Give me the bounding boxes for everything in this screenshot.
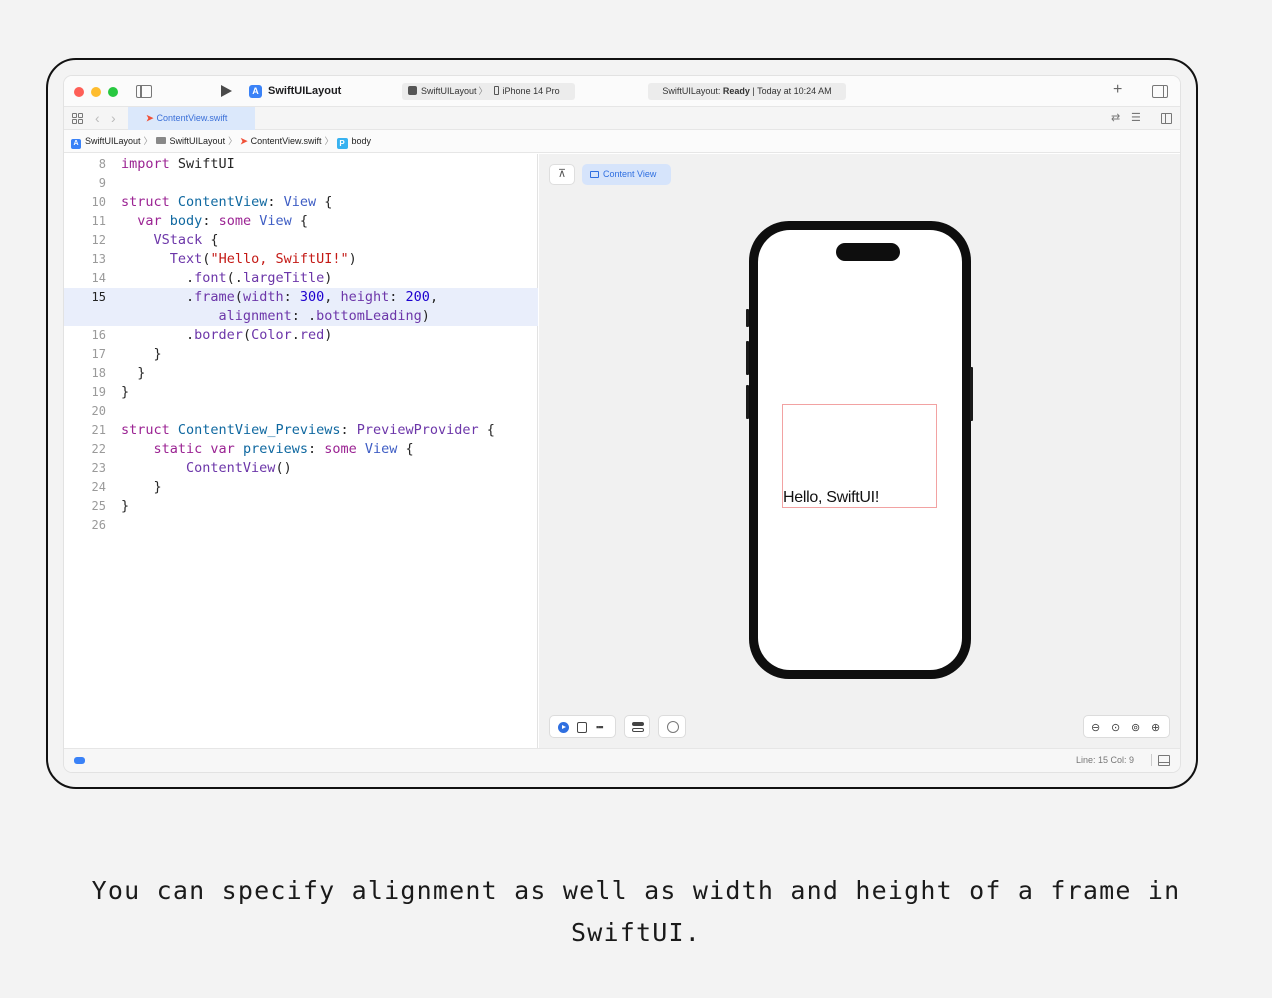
status-time: | Today at 10:24 AM [749,86,832,96]
run-icon[interactable] [221,85,232,97]
live-preview-icon[interactable] [558,722,569,733]
variants-icon[interactable]: ▪▪▪ [596,722,604,732]
scheme-selector[interactable]: SwiftUILayout 〉 iPhone 14 Pro [402,83,575,100]
code-line: alignment: .bottomLeading) [218,308,430,324]
device-button[interactable] [658,715,686,738]
device-settings-icon [632,722,644,733]
breadcrumb: A SwiftUILayout 〉 SwiftUILayout 〉 ➤ ContentVie… [64,130,1180,153]
code-line: 18 } [91,365,146,381]
tab-contentview-swift[interactable]: ➤ ContentView.swift [128,107,255,130]
xcode-window: A SwiftUILayout SwiftUILayout 〉 iPhone 14 … [64,76,1180,772]
code-line: 16 .border(Color.red) [91,327,333,343]
action-button [746,309,749,327]
zoom-controls: ⊖ ⊙ ⊚ ⊕ [1083,715,1170,738]
split-editor-icon[interactable] [1161,113,1172,124]
inspector-toggle-icon[interactable] [1152,85,1168,98]
app-icon: A [249,85,262,98]
status-bar: Line: 15 Col: 9 [64,748,1180,772]
code-editor[interactable]: 8 import SwiftUI 9 10 struct ContentView: … [64,154,538,748]
code-line: 9 [98,176,106,190]
preview-canvas: ⊼ Content View Hello, SwiftUI! ▪▪▪ ⊖ ⊙ ⊚… [539,154,1180,748]
content-view-button[interactable]: Content View [582,164,671,185]
device-icon [493,86,499,95]
console-toggle-icon[interactable] [1158,755,1170,766]
hello-text: Hello, SwiftUI! [783,489,879,506]
device-settings-button[interactable] [624,715,650,738]
navigator-toggle-icon[interactable] [136,85,152,98]
activity-status: SwiftUILayout: Ready | Today at 10:24 AM [648,83,846,100]
code-line: 8 import SwiftUI [98,156,235,172]
zoom-fit-icon[interactable]: ⊚ [1131,721,1140,734]
code-line: 14 .font(.largeTitle) [91,270,333,286]
selectable-mode-icon[interactable] [577,722,587,733]
phone-screen: Hello, SwiftUI! [758,230,962,670]
zoom-out-icon[interactable]: ⊖ [1091,721,1100,734]
breadcrumb-folder[interactable]: SwiftUILayout [170,136,226,146]
code-line: 13 Text("Hello, SwiftUI!") [91,251,357,267]
tab-label: ContentView.swift [156,113,228,123]
project-name[interactable]: SwiftUILayout [268,85,341,97]
code-line: 19} [91,384,130,400]
swift-file-icon: ➤ [240,136,248,146]
chevron-right-icon[interactable]: › [111,110,116,126]
minimize-window-button[interactable] [91,87,101,97]
chevron-left-icon[interactable]: ‹ [95,110,100,126]
breadcrumb-project[interactable]: SwiftUILayout [85,136,141,146]
power-button [970,367,973,421]
code-line: 26 [91,518,106,532]
adjust-editor-icon[interactable]: ⇄ [1111,111,1120,124]
pin-icon[interactable]: ⊼ [549,164,575,185]
status-project: SwiftUILayout: [662,86,723,96]
editor-options-icon[interactable]: ☰ [1131,111,1141,124]
scheme-project: SwiftUILayout [421,86,477,96]
add-library-icon[interactable]: + [1113,81,1122,99]
debug-area-indicator[interactable] [74,757,85,764]
preview-mode-group: ▪▪▪ [549,715,616,738]
project-icon: A [71,139,81,149]
scheme-activity-area: SwiftUILayout 〉 iPhone 14 Pro SwiftUILayou… [402,83,846,100]
divider [1151,754,1152,766]
zoom-100-icon[interactable]: ⊙ [1111,721,1120,734]
volume-up-button [746,341,749,375]
breadcrumb-symbol[interactable]: body [352,136,372,146]
line-col-indicator: Line: 15 Col: 9 [1076,755,1135,765]
caption: You can specify alignment as well as wid… [91,876,1181,947]
code-line: 20 [91,404,106,418]
iphone-device: Hello, SwiftUI! [746,221,973,679]
preview-icon [590,171,599,178]
status-state: Ready [722,86,750,96]
code-line: 15 .frame(width: 300, height: 200, [91,289,439,305]
code-line: 25} [91,498,130,514]
property-icon: P [336,138,348,149]
red-border-frame: Hello, SwiftUI! [782,404,937,508]
toolbar: A SwiftUILayout SwiftUILayout 〉 iPhone 14 … [64,76,1180,107]
code-line: 17 } [91,346,162,362]
code-line: 24 } [91,479,162,495]
close-window-button[interactable] [74,87,84,97]
code-line: 11 var body: some View { [91,213,309,229]
scheme-app-icon [408,86,417,95]
code-line: 23 ContentView() [91,460,292,476]
zoom-in-icon[interactable]: ⊕ [1151,721,1160,734]
zoom-window-button[interactable] [108,87,118,97]
folder-icon [155,137,166,144]
scheme-device: iPhone 14 Pro [502,86,560,96]
tab-bar: ‹ › ➤ ContentView.swift ⇄ ☰ [64,107,1180,130]
volume-down-button [746,385,749,419]
content-view-label: Content View [603,169,657,179]
code-line: 21 struct ContentView_Previews: PreviewPr… [91,422,495,438]
code-line: 10 struct ContentView: View { [91,194,333,210]
device-icon [667,721,679,733]
code-line: 12 VStack { [91,232,219,248]
code-line: 22 static var previews: some View { [91,441,414,457]
related-items-icon[interactable] [72,113,83,124]
breadcrumb-file[interactable]: ContentView.swift [251,136,322,146]
swift-file-icon: ➤ [146,113,154,123]
dynamic-island [836,243,900,261]
